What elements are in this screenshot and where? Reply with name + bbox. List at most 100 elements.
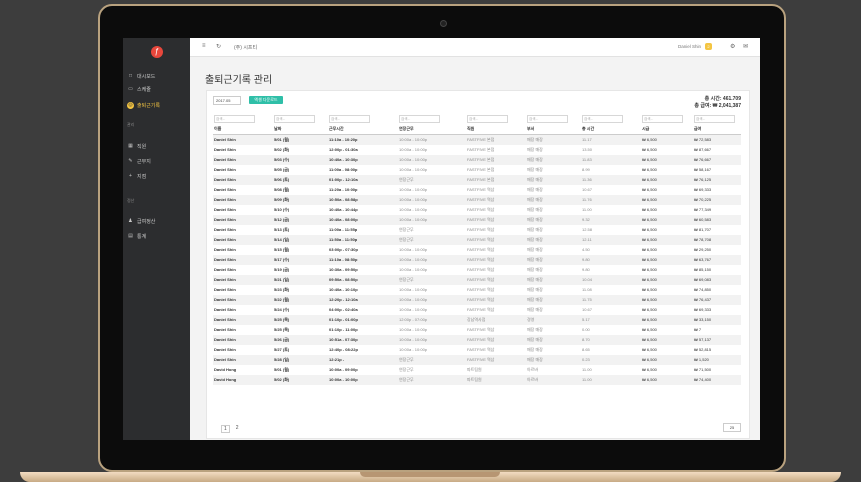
table-cell: 매장 매장: [527, 277, 543, 282]
table-cell: Daniel Shin: [214, 287, 236, 292]
column-header[interactable]: 근무시간: [328, 124, 398, 135]
column-header[interactable]: 이름: [213, 124, 273, 135]
filter-row: 검색... 검색... 검색... 검색... 검색... 검색... 검색... 검색...…: [213, 113, 741, 124]
table-row[interactable]: Daniel Shin 5/28 (일) 12:21p - 연장근무 FASTFIVE …: [213, 355, 741, 365]
filter-cell: 검색...: [466, 113, 526, 124]
filter-input[interactable]: 검색...: [214, 114, 255, 123]
calendar-icon: ▭: [128, 86, 133, 92]
table-row[interactable]: Daniel Shin 5/05 (금) 11:00a - 08:00p 10:00a…: [213, 165, 741, 175]
menu-icon[interactable]: ≡: [202, 43, 206, 49]
table-row[interactable]: Daniel Shin 5/19 (금) 10:30a - 09:50p 10:00a…: [213, 265, 741, 275]
table-row[interactable]: Daniel Shin 5/03 (수) 10:40a - 10:30p 10:00a…: [213, 155, 741, 165]
table-cell: FASTFIVE 본점: [467, 177, 495, 182]
column-header[interactable]: 직원: [466, 124, 526, 135]
filter-input[interactable]: 검색...: [274, 114, 315, 123]
table-row[interactable]: Daniel Shin 5/01 (월) 11:10a - 10:20p 10:00a…: [213, 134, 741, 145]
table-row[interactable]: Daniel Shin 5/15 (월) 03:00p - 07:30p 10:00a…: [213, 245, 741, 255]
table-row[interactable]: Daniel Shin 5/22 (월) 12:20p - 12:10a 10:00a…: [213, 295, 741, 305]
table-row[interactable]: David Hong 5/01 (월) 10:00a - 09:00p 연장근무 파트팀…: [213, 365, 741, 375]
table-row[interactable]: Daniel Shin 5/10 (수) 10:40a - 10:44p 10:00a…: [213, 205, 741, 215]
table-cell: 10:00a - 10:00p: [399, 207, 428, 212]
month-select[interactable]: 2017.05: [213, 96, 241, 105]
refresh-icon[interactable]: ↻: [216, 43, 221, 50]
settings-icon[interactable]: ⚙: [730, 43, 735, 50]
table-cell: 매장 매장: [527, 157, 543, 162]
table-cell: 10:00a - 10:00p: [399, 217, 428, 222]
column-header[interactable]: 연장근무: [398, 124, 466, 135]
table-cell: 매장 매장: [527, 267, 543, 272]
table-cell: 01:00p - 12:10a: [329, 177, 358, 182]
filter-input[interactable]: 검색...: [582, 114, 623, 123]
table-cell: FASTFIVE 역삼: [467, 237, 495, 242]
sidebar-item-schedule[interactable]: ▭ 스케줄: [127, 84, 151, 94]
sidebar-item-branch[interactable]: + 지점: [127, 171, 146, 181]
table-row[interactable]: Daniel Shin 5/14 (일) 11:50a - 11:50p 연장근무 FA…: [213, 235, 741, 245]
table-cell: 10:00a - 10:00p: [399, 347, 428, 352]
table-cell: ₩ 6,500: [642, 247, 657, 252]
filter-input[interactable]: 검색...: [642, 114, 683, 123]
filter-input[interactable]: 검색...: [399, 114, 440, 123]
page-button[interactable]: 1: [221, 425, 230, 433]
filter-input[interactable]: 검색...: [527, 114, 568, 123]
table-cell: 연장근무: [399, 367, 414, 372]
excel-download-button[interactable]: 엑셀 다운로드: [249, 96, 283, 104]
table-row[interactable]: Daniel Shin 5/23 (화) 10:40a - 10:10p 10:00a…: [213, 285, 741, 295]
sidebar-item-workplace[interactable]: ✎ 근무지: [127, 156, 150, 166]
page-size-select[interactable]: 25: [723, 423, 741, 432]
table-row[interactable]: David Hong 5/02 (화) 10:00a - 10:00p 연장근무 파트팀…: [213, 375, 741, 385]
table-row[interactable]: Daniel Shin 5/17 (수) 11:10a - 08:50p 10:00a…: [213, 255, 741, 265]
table-row[interactable]: Daniel Shin 5/27 (토) 12:40p - 08:22p 10:00a…: [213, 345, 741, 355]
page-button[interactable]: 2: [236, 425, 239, 433]
table-cell: ₩ 6,500: [642, 177, 657, 182]
table-row[interactable]: Daniel Shin 5/25 (목) 01:10p - 01:00p 12:00p…: [213, 315, 741, 325]
camera: [440, 20, 447, 27]
table-cell: 5/03 (수): [274, 157, 290, 162]
table-cell: 5/21 (일): [274, 277, 290, 282]
column-header[interactable]: 날짜: [273, 124, 328, 135]
table-cell: 10:00a - 10:00p: [399, 167, 428, 172]
table-row[interactable]: Daniel Shin 5/12 (금) 10:40a - 08:00p 10:00a…: [213, 215, 741, 225]
sidebar-item-employees[interactable]: ▦ 직원: [127, 141, 146, 151]
column-header[interactable]: 급여: [693, 124, 741, 135]
notification-badge[interactable]: 2: [705, 43, 712, 50]
sidebar-item-statistics[interactable]: ▤ 통계: [127, 231, 146, 241]
table-cell: 매장 매장: [527, 347, 543, 352]
app-logo-icon[interactable]: ƒ: [151, 46, 163, 58]
table-cell: 11.00: [582, 207, 592, 212]
table-row[interactable]: Daniel Shin 5/13 (토) 11:00a - 11:55p 연장근무 FA…: [213, 225, 741, 235]
table-cell: 5/02 (화): [274, 377, 290, 382]
sidebar-item-payroll[interactable]: ♟ 급여정산: [127, 216, 155, 226]
table-cell: 11.36: [582, 177, 592, 182]
table-row[interactable]: Daniel Shin 5/25 (목) 01:10p - 11:00p 10:00a…: [213, 325, 741, 335]
table-cell: 5/12 (금): [274, 217, 290, 222]
column-header[interactable]: 총 시간: [581, 124, 641, 135]
table-cell: 10:00a - 10:00p: [399, 287, 428, 292]
filter-input[interactable]: 검색...: [467, 114, 508, 123]
table-row[interactable]: Daniel Shin 5/26 (금) 10:51a - 07:30p 10:00a…: [213, 335, 741, 345]
column-header[interactable]: 부서: [526, 124, 581, 135]
table-cell: ₩ 52,815: [694, 347, 712, 352]
sidebar-item-dashboard[interactable]: □ 대시보드: [127, 71, 155, 81]
table-cell: 12:40p - 08:22p: [329, 347, 358, 352]
sidebar-item-attendance[interactable]: ◎ 출퇴근기록: [127, 100, 160, 110]
filter-input[interactable]: 검색...: [329, 114, 370, 123]
table-cell: ₩ 29,250: [694, 247, 712, 252]
user-name[interactable]: Daniel Shin: [678, 44, 701, 49]
table-row[interactable]: Daniel Shin 5/06 (토) 01:00p - 12:10a 연장근무 FA…: [213, 175, 741, 185]
table-cell: 매장 매장: [527, 307, 543, 312]
company-name[interactable]: (주) 시프티: [234, 44, 257, 51]
filter-input[interactable]: 검색...: [694, 114, 735, 123]
table-cell: 5/01 (월): [274, 367, 290, 372]
table-row[interactable]: Daniel Shin 5/09 (화) 10:50a - 08:58p 10:00a…: [213, 195, 741, 205]
table-cell: 12:20p - 12:10a: [329, 297, 358, 302]
table-row[interactable]: Daniel Shin 5/08 (월) 11:20a - 10:00p 10:00a…: [213, 185, 741, 195]
table-cell: 5.17: [582, 317, 590, 322]
table-cell: 10:00a - 10:00p: [399, 307, 428, 312]
table-cell: 연장근무: [399, 357, 414, 362]
table-row[interactable]: Daniel Shin 5/21 (일) 09:50a - 08:50p 연장근무 FA…: [213, 275, 741, 285]
table-row[interactable]: Daniel Shin 5/02 (화) 12:00p - 01:30a 10:00a…: [213, 145, 741, 155]
table-row[interactable]: Daniel Shin 5/24 (수) 04:00p - 02:40a 10:00a…: [213, 305, 741, 315]
column-header[interactable]: 시급: [641, 124, 693, 135]
table-cell: 11:10a - 08:50p: [329, 257, 358, 262]
chat-icon[interactable]: ✉: [743, 43, 748, 50]
